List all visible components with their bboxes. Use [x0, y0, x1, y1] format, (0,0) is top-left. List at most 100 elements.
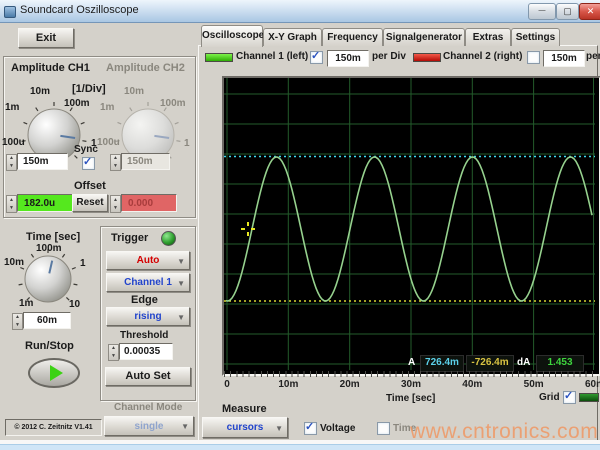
channel-mode-label: Channel Mode	[114, 402, 183, 413]
spin-up-icon: ▲	[111, 345, 116, 352]
tab-x-y-graph[interactable]: X-Y Graph	[263, 28, 322, 46]
knob-label: 10m	[124, 86, 145, 97]
spin-down-icon: ▼	[15, 321, 20, 328]
tab-signalgenerator[interactable]: Signalgenerator	[383, 28, 465, 46]
channel2-label: Channel 2 (right)	[443, 51, 523, 62]
grid-checkbox[interactable]: ✓	[563, 390, 576, 404]
app-icon	[4, 6, 16, 18]
autoset-button[interactable]: Auto Set	[105, 367, 191, 386]
maximize-icon: ▢	[563, 6, 572, 16]
threshold-label: Threshold	[120, 330, 169, 341]
knob-label: 10	[69, 299, 81, 310]
voltage-checkbox[interactable]: ✓	[304, 421, 317, 435]
spin-down-icon: ▼	[111, 352, 116, 359]
channel2-per-div-label: per Div	[586, 51, 600, 62]
offset-title: Offset	[74, 180, 106, 192]
channel2-per-div-value[interactable]: 150m	[543, 50, 585, 67]
runstop-button[interactable]	[28, 358, 80, 388]
knob-label: 10m	[30, 86, 51, 97]
knob-label: 100m	[36, 243, 62, 254]
grid-label: Grid	[539, 392, 560, 403]
minimize-icon: —	[538, 7, 546, 14]
channel1-checkbox[interactable]: ✓	[310, 50, 323, 64]
tab-frequency[interactable]: Frequency	[322, 28, 383, 46]
knob-label: 1m	[5, 102, 20, 113]
trigger-source-dropdown[interactable]: Channel 1 ▼	[106, 273, 190, 292]
amplitude-ch1-value[interactable]: 150m	[17, 153, 68, 170]
spin-down-icon: ▼	[9, 162, 14, 169]
close-button[interactable]: ✕	[579, 3, 600, 20]
channel2-color-swatch	[413, 53, 441, 62]
runstop-label: Run/Stop	[25, 340, 74, 352]
knob-label: 100m	[160, 98, 186, 109]
app-window: Soundcard Oszilloscope — ▢ ✕ Exit Amplit…	[0, 0, 600, 450]
trigger-edge-value: rising	[134, 311, 162, 322]
bottom-strip-blue	[0, 444, 600, 450]
check-icon: ✓	[305, 421, 315, 433]
check-icon: ✓	[564, 390, 574, 402]
cursor-da-label: dA	[517, 357, 531, 368]
spin-up-icon: ▲	[113, 196, 118, 203]
offset-ch1-value[interactable]: 182.0u	[17, 194, 75, 212]
trigger-led	[161, 231, 176, 246]
spin-up-icon: ▲	[9, 155, 14, 162]
tab-oscilloscope[interactable]: Oscilloscope	[201, 25, 264, 47]
offset-ch1-spinner[interactable]: ▲ ▼	[6, 195, 17, 213]
cursor-da-value: 1.453	[536, 355, 584, 372]
offset-ch2-value[interactable]: 0.000	[121, 194, 177, 212]
channel1-label: Channel 1 (left)	[236, 51, 309, 62]
trigger-mode-dropdown[interactable]: Auto ▼	[106, 251, 190, 270]
channel-mode-dropdown[interactable]: single ▼	[104, 416, 194, 436]
knob-label: 1m	[19, 298, 34, 309]
channel1-color-swatch	[205, 53, 233, 62]
tab-extras[interactable]: Extras	[465, 28, 511, 46]
measure-mode-value: cursors	[226, 422, 264, 433]
copyright-bar: © 2012 C. Zeitnitz V1.41	[5, 419, 102, 436]
channel2-checkbox[interactable]	[527, 51, 540, 64]
spin-up-icon: ▲	[9, 196, 14, 203]
knob-label: 1	[184, 138, 190, 149]
dropdown-arrow-icon: ▼	[181, 421, 189, 431]
x-tick-label: 20m	[339, 379, 360, 390]
x-tick-label: 50m	[523, 379, 544, 390]
amplitude-ch1-spinner[interactable]: ▲ ▼	[6, 154, 17, 171]
knob-label: 100m	[64, 98, 90, 109]
channel1-per-div-value[interactable]: 150m	[327, 50, 369, 67]
trigger-mode-value: Auto	[136, 255, 160, 266]
time-spinner[interactable]: ▲ ▼	[12, 313, 23, 330]
grid-color-swatch	[579, 393, 599, 402]
x-tick-label: 10m	[278, 379, 299, 390]
x-axis-title: Time [sec]	[386, 393, 436, 404]
per-div-unit-label: [1/Div]	[72, 83, 106, 95]
title-bar[interactable]: Soundcard Oszilloscope — ▢ ✕	[0, 0, 600, 23]
play-icon	[50, 365, 63, 381]
amplitude-ch1-title: Amplitude CH1	[11, 62, 90, 74]
offset-reset-button[interactable]: Reset	[72, 194, 108, 212]
sync-checkbox[interactable]: ✓	[82, 156, 95, 170]
threshold-spinner[interactable]: ▲ ▼	[108, 344, 119, 361]
tab-settings[interactable]: Settings	[511, 28, 560, 46]
spin-up-icon: ▲	[113, 155, 118, 162]
spin-down-icon: ▼	[113, 204, 118, 211]
x-axis-minor-ticks	[224, 371, 595, 377]
time-checkbox[interactable]	[377, 422, 390, 435]
amplitude-ch2-value[interactable]: 150m	[121, 153, 170, 170]
x-tick-label: 40m	[462, 379, 483, 390]
time-value[interactable]: 60m	[23, 312, 71, 329]
offset-ch2-spinner[interactable]: ▲ ▼	[110, 195, 121, 213]
dropdown-arrow-icon: ▼	[177, 256, 185, 266]
dropdown-arrow-icon: ▼	[177, 278, 185, 288]
knob-label: 100u	[2, 137, 25, 148]
scope-plot[interactable]	[224, 78, 595, 370]
threshold-value[interactable]: 0.00035	[119, 343, 173, 360]
window-title: Soundcard Oszilloscope	[20, 4, 139, 16]
maximize-button[interactable]: ▢	[556, 3, 579, 20]
edge-label: Edge	[131, 294, 158, 306]
trigger-edge-dropdown[interactable]: rising ▼	[106, 307, 190, 326]
cursor-a1-value: 726.4m	[420, 355, 464, 372]
amplitude-ch2-spinner[interactable]: ▲ ▼	[110, 154, 121, 171]
knob-label: 100u	[97, 137, 120, 148]
exit-button[interactable]: Exit	[18, 28, 74, 48]
minimize-button[interactable]: —	[528, 3, 556, 20]
measure-mode-dropdown[interactable]: cursors ▼	[202, 417, 288, 438]
